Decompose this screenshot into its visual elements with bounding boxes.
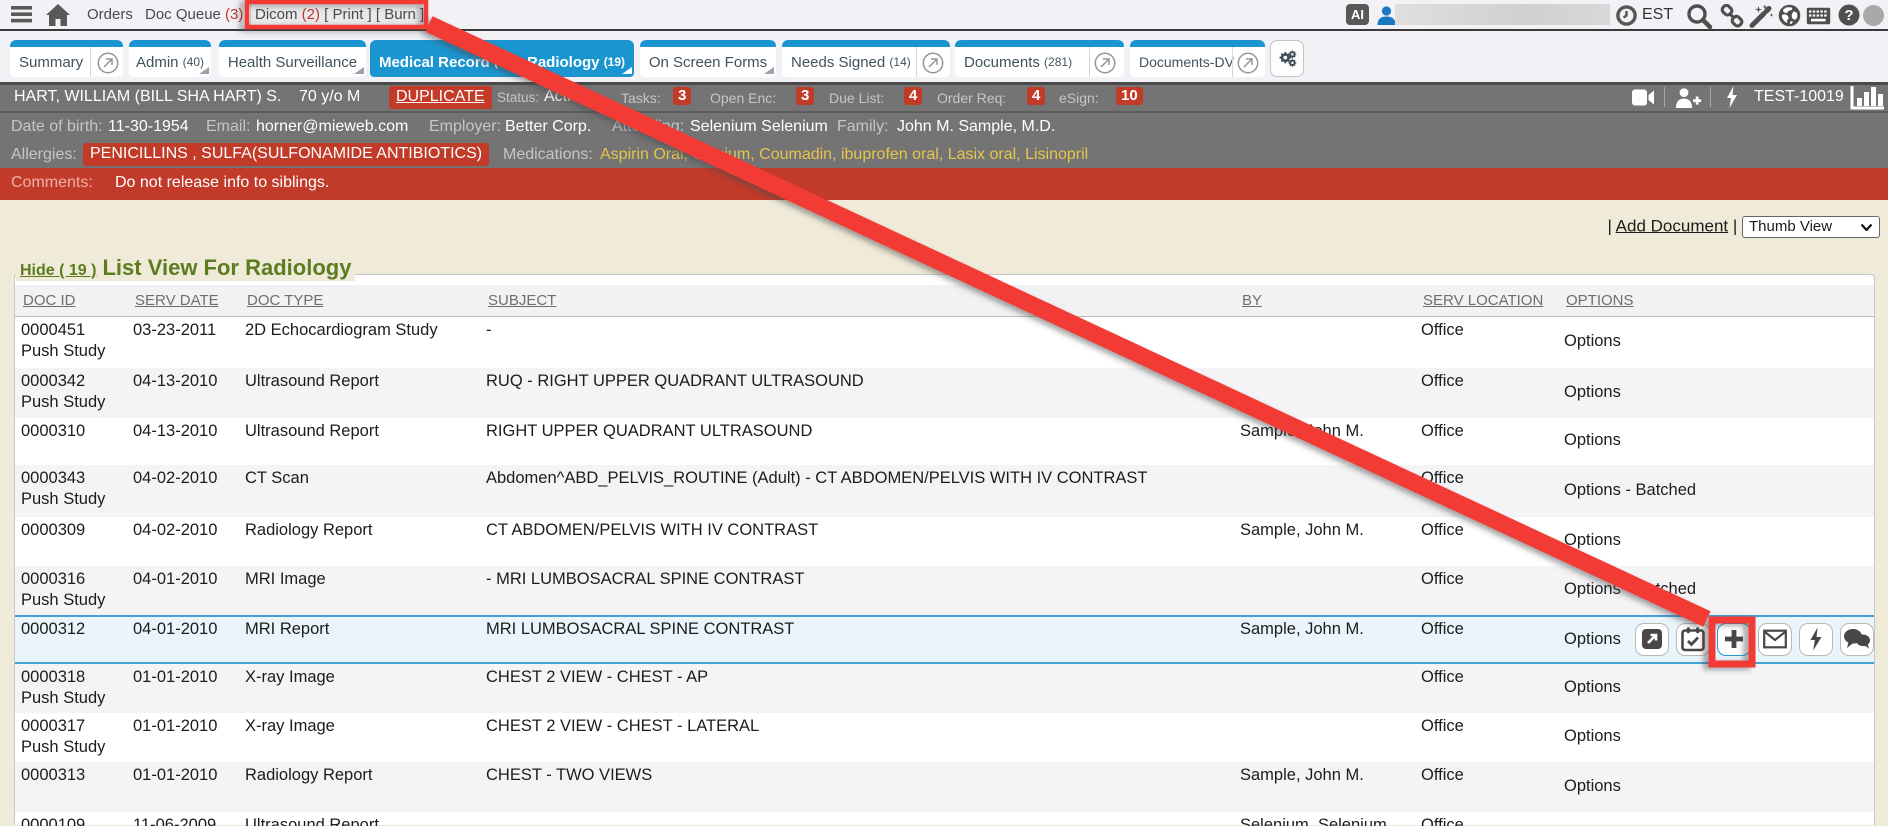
svg-text:?: ? — [1844, 7, 1853, 24]
